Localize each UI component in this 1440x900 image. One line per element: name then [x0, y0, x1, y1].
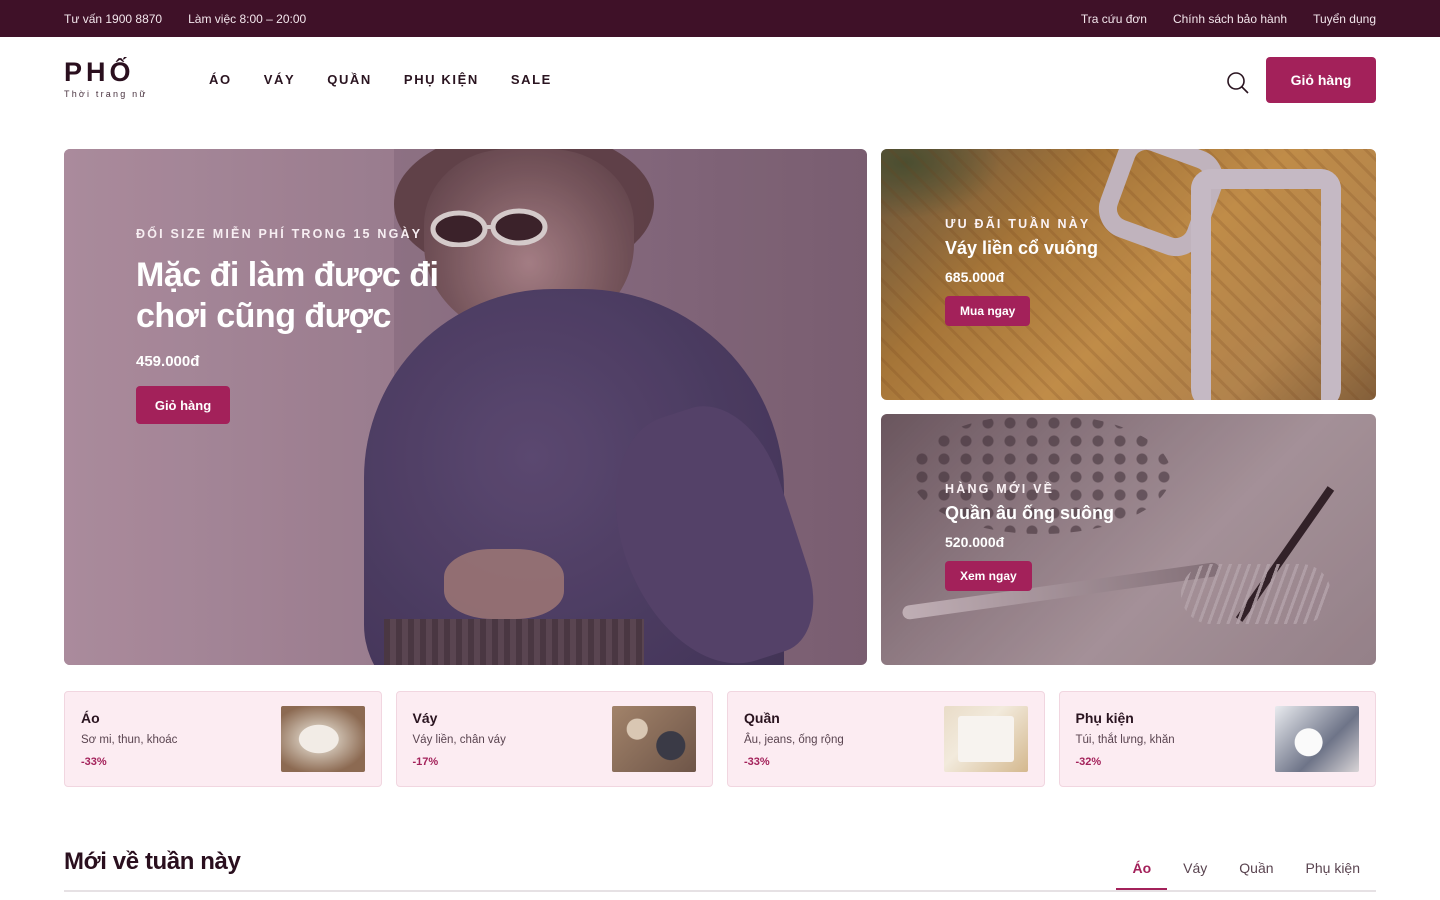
nav-item-phu-kien[interactable]: PHỤ KIỆN — [404, 72, 479, 87]
category-description: Âu, jeans, ống rộng — [744, 734, 844, 746]
tab-ao[interactable]: Áo — [1116, 850, 1167, 890]
category-card-quan[interactable]: Quần Âu, jeans, ống rộng -33% — [727, 691, 1045, 787]
hero-price: 459.000đ — [136, 353, 200, 370]
buy-now-button[interactable]: Mua ngay — [945, 296, 1031, 326]
nav-item-quan[interactable]: QUẦN — [327, 72, 372, 87]
category-discount: -17% — [412, 756, 439, 768]
promo-title: Váy liền cổ vuông — [945, 238, 1099, 258]
careers-link[interactable]: Tuyển dụng — [1313, 12, 1376, 26]
category-description: Váy liền, chân váy — [412, 734, 506, 746]
promo-eyebrow: HÀNG MỚI VỀ — [945, 482, 1055, 496]
category-name: Áo — [81, 710, 100, 726]
promo-title: Quần âu ống suông — [945, 503, 1114, 523]
tab-vay[interactable]: Váy — [1167, 850, 1223, 888]
category-discount: -32% — [1075, 756, 1102, 768]
nav-item-vay[interactable]: VÁY — [264, 72, 296, 87]
logo-tagline: Thời trang nữ — [64, 89, 148, 99]
main-nav: ÁO VÁY QUẦN PHỤ KIỆN SALE — [209, 72, 552, 87]
hero-eyebrow: ĐỔI SIZE MIỄN PHÍ TRONG 15 NGÀY — [136, 227, 423, 241]
hero-title: Mặc đi làm được đi chơi cũng được — [136, 256, 439, 335]
site-header: PHỐ Thời trang nữ ÁO VÁY QUẦN PHỤ KIỆN S… — [0, 37, 1440, 125]
hero-content: ĐỔI SIZE MIỄN PHÍ TRONG 15 NGÀY Mặc đi l… — [136, 227, 516, 424]
top-bar-links: Tra cứu đơn Chính sách bảo hành Tuyển dụ… — [1081, 12, 1376, 26]
view-now-button[interactable]: Xem ngay — [945, 561, 1032, 591]
promo-card-new-arrivals[interactable]: HÀNG MỚI VỀ Quần âu ống suông 520.000đ X… — [881, 414, 1376, 665]
category-cards: Áo Sơ mi, thun, khoác -33% Váy Váy liền,… — [64, 691, 1376, 787]
logo[interactable]: PHỐ Thời trang nữ — [64, 57, 148, 99]
section-divider — [64, 890, 1376, 892]
category-card-phu-kien[interactable]: Phụ kiện Túi, thắt lưng, khăn -32% — [1058, 691, 1376, 787]
category-card-vay[interactable]: Váy Váy liền, chân váy -17% — [395, 691, 713, 787]
category-name: Váy — [412, 710, 438, 726]
category-name: Quần — [744, 710, 780, 726]
section-tabs: Áo Váy Quần Phụ kiện — [1116, 850, 1376, 890]
category-discount: -33% — [744, 756, 770, 768]
hero-cart-button[interactable]: Giỏ hàng — [136, 386, 230, 424]
promo-content: HÀNG MỚI VỀ Quần âu ống suông 520.000đ X… — [945, 482, 1114, 591]
category-description: Sơ mi, thun, khoác — [81, 734, 178, 746]
promo-price: 685.000đ — [945, 269, 1005, 285]
category-image — [1275, 706, 1359, 772]
order-lookup-link[interactable]: Tra cứu đơn — [1081, 12, 1147, 26]
hero-banner[interactable]: ĐỔI SIZE MIỄN PHÍ TRONG 15 NGÀY Mặc đi l… — [64, 149, 867, 665]
category-name: Phụ kiện — [1075, 710, 1134, 726]
section-title: Mới về tuần này — [64, 848, 241, 875]
category-image — [280, 706, 365, 772]
nav-item-sale[interactable]: SALE — [511, 72, 552, 87]
logo-name: PHỐ — [64, 57, 135, 87]
tab-phu-kien[interactable]: Phụ kiện — [1290, 850, 1376, 888]
promo-content: ƯU ĐÃI TUẦN NÀY Váy liền cổ vuông 685.00… — [945, 217, 1098, 326]
nav-item-ao[interactable]: ÁO — [209, 72, 232, 87]
promo-price: 520.000đ — [945, 534, 1005, 550]
category-image — [943, 706, 1028, 772]
tab-quan[interactable]: Quần — [1223, 850, 1289, 888]
warranty-policy-link[interactable]: Chính sách bảo hành — [1173, 12, 1287, 26]
category-image — [612, 706, 696, 772]
category-discount: -33% — [81, 756, 107, 768]
category-card-ao[interactable]: Áo Sơ mi, thun, khoác -33% — [64, 691, 382, 787]
cart-button[interactable]: Giỏ hàng — [1266, 57, 1376, 103]
hotline-text: Tư vấn 1900 8870 — [64, 12, 163, 26]
working-hours-text: Làm việc 8:00 – 20:00 — [188, 12, 307, 26]
promo-card-weekly-deal[interactable]: ƯU ĐÃI TUẦN NÀY Váy liền cổ vuông 685.00… — [881, 149, 1376, 400]
search-icon[interactable] — [1226, 71, 1250, 95]
promo-eyebrow: ƯU ĐÃI TUẦN NÀY — [945, 217, 1091, 231]
category-description: Túi, thắt lưng, khăn — [1075, 734, 1175, 746]
top-bar: Tư vấn 1900 8870 Làm việc 8:00 – 20:00 T… — [0, 0, 1440, 37]
top-bar-left: Tư vấn 1900 8870 Làm việc 8:00 – 20:00 — [64, 12, 306, 26]
